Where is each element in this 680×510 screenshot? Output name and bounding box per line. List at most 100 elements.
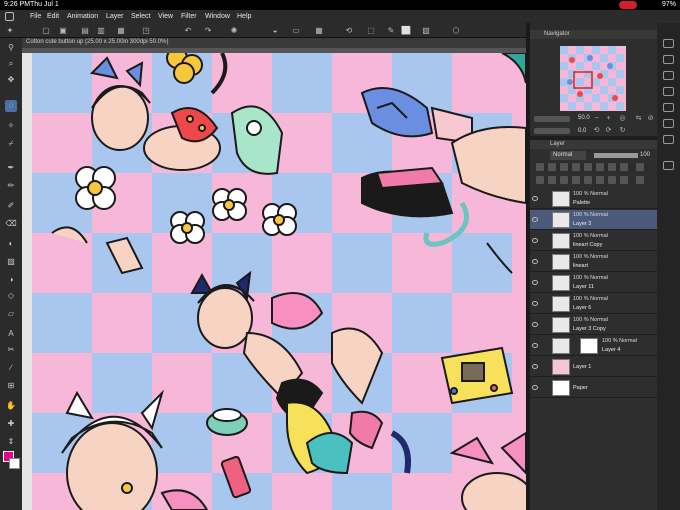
layer-row[interactable]: 100 % Normal Layer 11 — [530, 273, 657, 293]
undo-icon[interactable]: ↶ — [182, 25, 194, 36]
edit-selection-icon[interactable]: ✎ — [385, 25, 397, 36]
lock-layer-icon[interactable] — [548, 163, 556, 171]
dock-material-icon[interactable] — [663, 119, 674, 128]
layer-row-selected[interactable]: 100 % Normal Layer 3 — [530, 210, 657, 230]
zoom-out-icon[interactable]: − — [592, 114, 601, 123]
ruler-tool-icon[interactable]: ∕ — [5, 362, 17, 374]
object-tool-icon[interactable]: ✋ — [5, 400, 17, 412]
layer-row[interactable]: Layer 1 — [530, 357, 657, 377]
menu-file[interactable]: File — [30, 13, 41, 20]
menu-animation[interactable]: Animation — [67, 13, 98, 20]
clear-icon[interactable]: ▭ — [290, 25, 302, 36]
pencil-tool-icon[interactable]: ✏ — [5, 180, 17, 192]
gradient-tool-icon[interactable]: ▧ — [5, 256, 17, 268]
layer-row[interactable]: 100 % Normal Palette — [530, 189, 657, 209]
opacity-slider[interactable] — [594, 153, 638, 158]
dock-history-icon[interactable] — [663, 135, 674, 144]
fit-icon[interactable]: ◎ — [618, 114, 627, 123]
shape-icon[interactable]: ◳ — [140, 25, 152, 36]
eraser-tool-icon[interactable]: ⌫ — [5, 218, 17, 230]
eyedropper-icon[interactable]: ⌿ — [5, 138, 17, 150]
blend-tool-icon[interactable]: ◑ — [5, 274, 17, 286]
fill-tool-icon[interactable]: ◐ — [5, 238, 17, 250]
new-file-icon[interactable]: ▢ — [40, 25, 52, 36]
zoom-tool-icon[interactable]: ⚲ — [5, 42, 17, 54]
brush-tool-icon[interactable]: ✐ — [5, 200, 17, 212]
rotate-right-icon[interactable]: ⟳ — [604, 126, 613, 135]
visibility-eye-icon[interactable] — [532, 364, 538, 369]
rotation-value[interactable]: 0.0 — [578, 128, 586, 134]
rotate-reset-icon[interactable]: ↻ — [618, 126, 627, 135]
mask-icon[interactable] — [608, 163, 616, 171]
layer-row[interactable]: 100 % Normal lineart Copy — [530, 231, 657, 251]
magic-wand-icon[interactable]: ✧ — [5, 120, 17, 132]
navigator-thumbnail[interactable] — [560, 46, 626, 111]
menu-window[interactable]: Window — [205, 13, 230, 20]
menu-help[interactable]: Help — [237, 13, 251, 20]
opacity-value[interactable]: 100 — [640, 152, 650, 158]
dock-properties-icon[interactable] — [663, 71, 674, 80]
layer-row[interactable]: 100 % Normal lineart — [530, 252, 657, 272]
draft-layer-icon[interactable] — [584, 163, 592, 171]
layer-row[interactable]: 100 % Normal Layer 4 — [530, 336, 657, 356]
zoom-tool-icon-alt[interactable]: ⌕ — [5, 58, 17, 70]
reference-layer-icon[interactable] — [572, 163, 580, 171]
quick-access-icon[interactable]: ⬡ — [450, 25, 462, 36]
mask-add-icon[interactable] — [596, 176, 604, 184]
open-icon[interactable]: ▣ — [57, 25, 69, 36]
correct-line-icon[interactable]: ⊞ — [5, 380, 17, 392]
background-color-swatch[interactable] — [9, 458, 20, 469]
redo-icon[interactable]: ↷ — [202, 25, 214, 36]
menu-filter[interactable]: Filter — [181, 13, 197, 20]
new-raster-layer-icon[interactable] — [536, 176, 544, 184]
rotation-slider[interactable] — [534, 128, 570, 134]
new-vector-layer-icon[interactable] — [548, 176, 556, 184]
layer-color-icon[interactable] — [596, 163, 604, 171]
zoom-slider[interactable] — [534, 116, 570, 122]
move-tool-icon[interactable]: ✥ — [5, 74, 17, 86]
dock-layers-icon[interactable] — [663, 55, 674, 64]
visibility-eye-icon[interactable] — [532, 385, 538, 390]
pen-tool-icon[interactable]: ✒ — [5, 162, 17, 174]
blend-mode-select[interactable]: Normal — [550, 151, 586, 160]
transform-icon[interactable]: ⬚ — [365, 25, 377, 36]
zoom-in-icon[interactable]: + — [604, 114, 613, 123]
document-icon[interactable]: ▦ — [115, 25, 127, 36]
layer-menu-icon[interactable] — [636, 163, 644, 171]
ruler-layer-icon[interactable] — [620, 163, 628, 171]
fill-icon[interactable]: ◒ — [269, 25, 281, 36]
menu-layer[interactable]: Layer — [106, 13, 124, 20]
flip-icon[interactable]: ⇆ — [634, 114, 643, 123]
spinner-icon[interactable]: ✺ — [228, 25, 240, 36]
document-tab[interactable]: Cotton cute button up (25.00 x 25.00in 3… — [26, 39, 168, 45]
zoom-value[interactable]: 50.0 — [578, 115, 590, 121]
rotate-left-icon[interactable]: ⟲ — [592, 126, 601, 135]
visibility-eye-icon[interactable] — [532, 280, 538, 285]
layer-row[interactable]: 100 % Normal Layer 6 — [530, 294, 657, 314]
visibility-eye-icon[interactable] — [532, 322, 538, 327]
visibility-eye-icon[interactable] — [532, 301, 538, 306]
merge-down-icon[interactable] — [584, 176, 592, 184]
menu-view[interactable]: View — [158, 13, 173, 20]
new-folder-icon[interactable] — [560, 176, 568, 184]
dock-layer-settings-icon[interactable] — [663, 161, 674, 170]
text-tool-icon[interactable]: A — [5, 328, 17, 340]
symmetry-tool-icon[interactable]: ⇕ — [5, 436, 17, 448]
frame-tool-icon[interactable]: ▱ — [5, 308, 17, 320]
layer-list-icon[interactable] — [636, 176, 644, 184]
figure-tool-icon[interactable]: ◇ — [5, 290, 17, 302]
reset-icon[interactable]: ⊘ — [646, 114, 655, 123]
drawing-canvas[interactable] — [32, 53, 526, 510]
visibility-eye-icon[interactable] — [532, 238, 538, 243]
balloon-tool-icon[interactable]: ✂ — [5, 344, 17, 356]
visibility-eye-icon[interactable] — [532, 196, 538, 201]
decoration-tool-icon[interactable]: ✚ — [5, 418, 17, 430]
visibility-eye-icon[interactable] — [532, 217, 538, 222]
apply-mask-icon[interactable] — [608, 176, 616, 184]
visibility-eye-icon[interactable] — [532, 259, 538, 264]
layer-row[interactable]: 100 % Normal Layer 3 Copy — [530, 315, 657, 335]
settings-icon[interactable]: ✦ — [4, 25, 16, 36]
dock-panel-icon[interactable] — [663, 39, 674, 48]
save-icon[interactable]: ▤ — [79, 25, 91, 36]
select-all-icon[interactable]: ⬜ — [400, 25, 412, 36]
